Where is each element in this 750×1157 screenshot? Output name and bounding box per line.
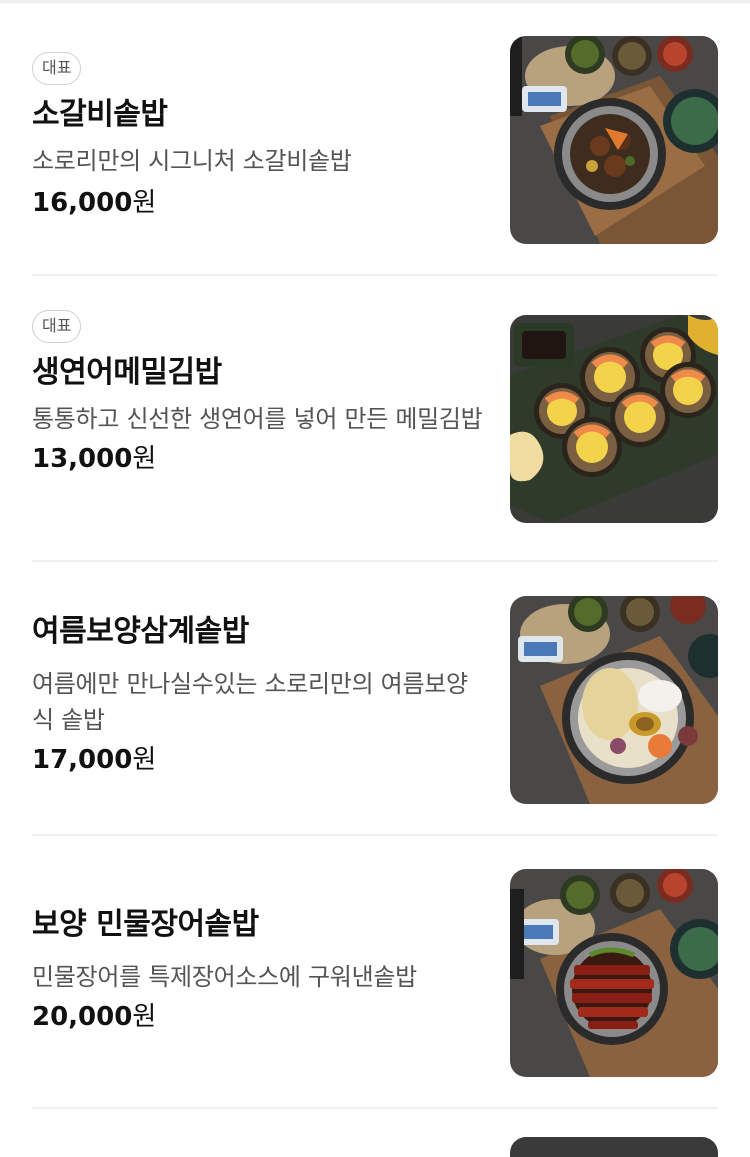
top-divider — [0, 0, 750, 3]
menu-item[interactable]: 보양 민물장어솥밥 민물장어를 특제장어소스에 구워낸솥밥 20,000원 — [32, 869, 718, 1077]
beef-rib-pot-rice-photo[interactable] — [510, 36, 718, 244]
menu-item[interactable]: 여름보양삼계솥밥 여름에만 만나실수있는 소로리만의 여름보양식 솥밥 17,0… — [32, 596, 718, 804]
menu-item-price: 17,000원 — [32, 742, 487, 778]
menu-item-description: 민물장어를 특제장어소스에 구워낸솥밥 — [32, 963, 417, 991]
menu-item[interactable]: 대표 생연어메밀김밥 통통하고 신선한 생연어를 넣어 만든 메밀김밥 13,0… — [32, 310, 718, 523]
price-currency: 원 — [132, 745, 157, 775]
menu-item-name: 생연어메밀김밥 — [32, 355, 222, 390]
price-value: 13,000 — [32, 444, 133, 474]
menu-item-info: 대표 소갈비솥밥 소로리만의 시그니처 소갈비솥밥 16,000원 — [32, 52, 487, 221]
eel-pot-rice-photo[interactable] — [510, 869, 718, 1077]
item-divider — [32, 1107, 718, 1109]
price-value: 16,000 — [32, 188, 133, 218]
menu-item-price: 13,000원 — [32, 441, 487, 477]
item-divider — [32, 274, 718, 276]
menu-item-description: 여름에만 만나실수있는 소로리만의 여름보양식 솥밥 — [32, 670, 468, 734]
price-value: 17,000 — [32, 745, 133, 775]
signature-badge: 대표 — [32, 310, 82, 343]
item-divider — [32, 560, 718, 562]
price-currency: 원 — [132, 1002, 157, 1032]
menu-item-description: 소로리만의 시그니처 소갈비솥밥 — [32, 147, 352, 175]
salmon-kimbap-photo[interactable] — [510, 315, 718, 523]
price-value: 20,000 — [32, 1002, 133, 1032]
menu-item[interactable]: 대표 소갈비솥밥 소로리만의 시그니처 소갈비솥밥 16,000원 — [32, 36, 718, 244]
menu-item-name: 여름보양삼계솥밥 — [32, 614, 249, 649]
menu-item-name: 소갈비솥밥 — [32, 97, 168, 132]
menu-item-price: 16,000원 — [32, 185, 487, 221]
menu-item-description: 통통하고 신선한 생연어를 넣어 만든 메밀김밥 — [32, 405, 483, 433]
price-currency: 원 — [132, 188, 157, 218]
menu-item-price: 20,000원 — [32, 999, 487, 1035]
menu-item-info: 여름보양삼계솥밥 여름에만 만나실수있는 소로리만의 여름보양식 솥밥 17,0… — [32, 612, 487, 778]
menu-item-name: 보양 민물장어솥밥 — [32, 907, 259, 942]
menu-item-info: 보양 민물장어솥밥 민물장어를 특제장어소스에 구워낸솥밥 20,000원 — [32, 905, 487, 1035]
item-divider — [32, 834, 718, 836]
signature-badge: 대표 — [32, 52, 82, 85]
menu-item-info: 대표 생연어메밀김밥 통통하고 신선한 생연어를 넣어 만든 메밀김밥 13,0… — [32, 310, 487, 477]
next-item-photo-peek — [510, 1137, 718, 1157]
price-currency: 원 — [132, 444, 157, 474]
samgye-pot-rice-photo[interactable] — [510, 596, 718, 804]
